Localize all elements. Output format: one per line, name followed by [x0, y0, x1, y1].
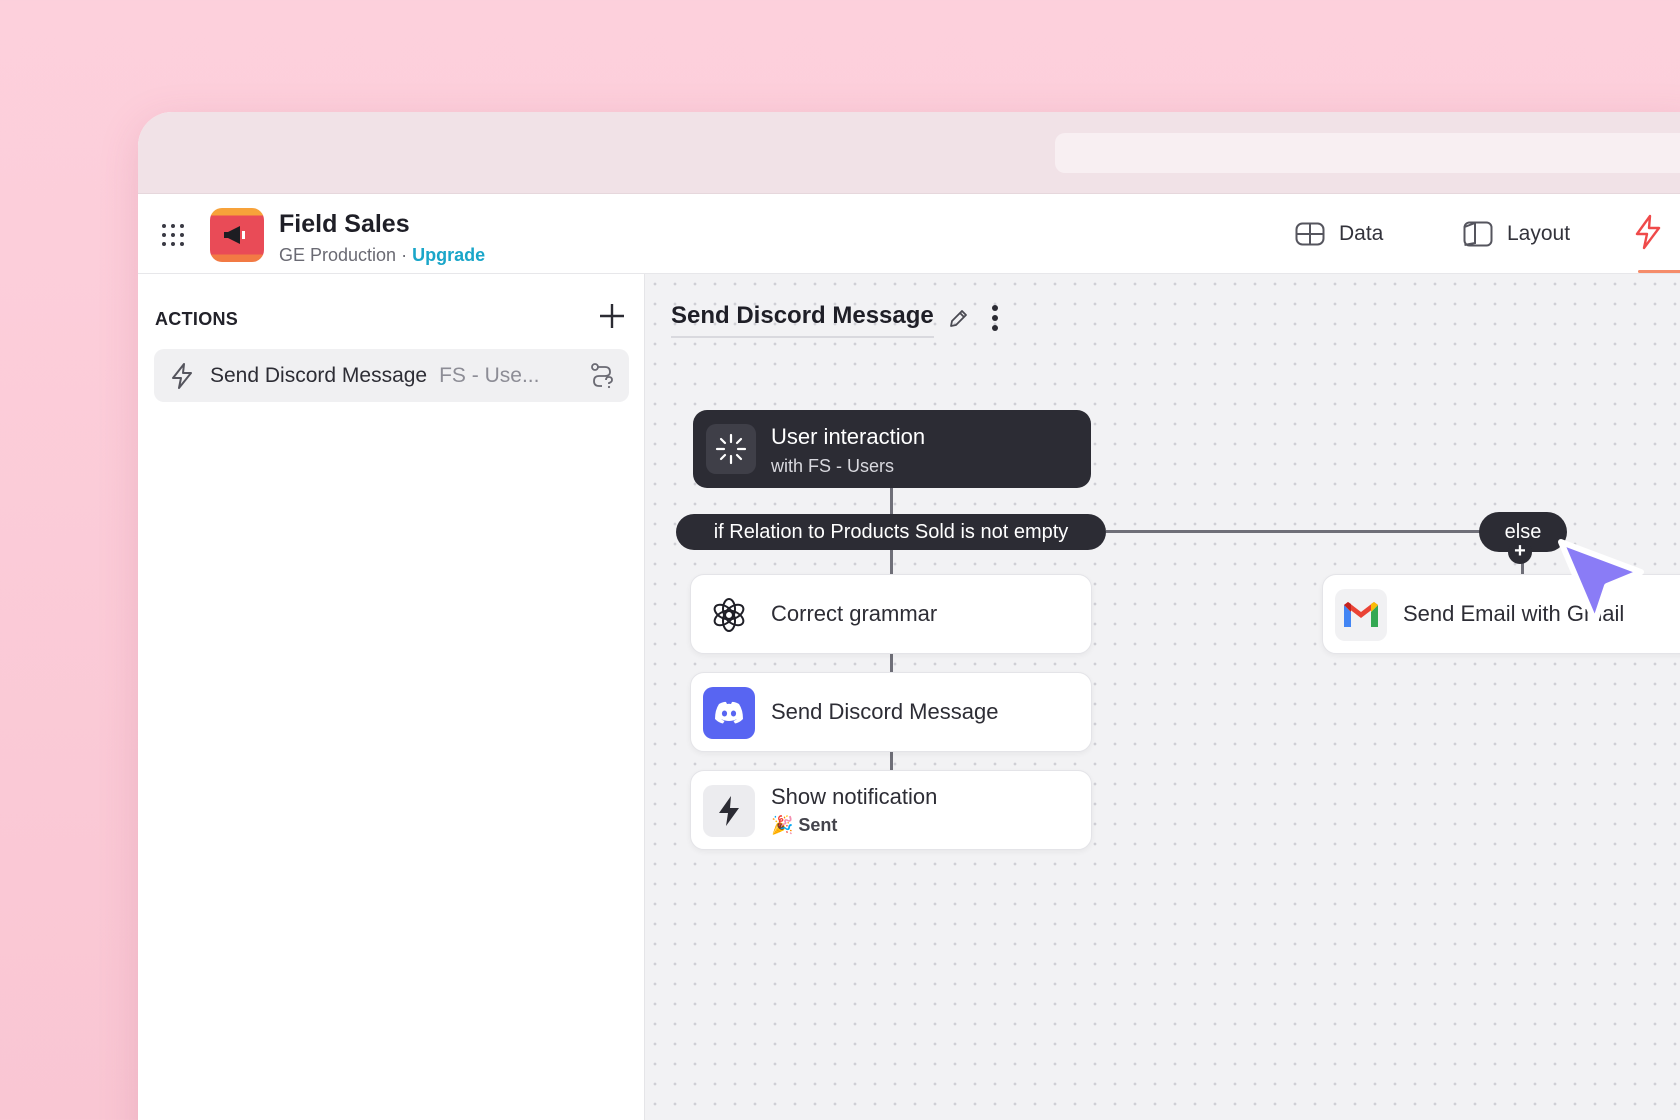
condition-pill[interactable]: if Relation to Products Sold is not empt…	[676, 514, 1106, 550]
openai-icon	[703, 589, 755, 641]
action-table: FS - Use...	[439, 363, 540, 387]
browser-chrome	[138, 112, 1680, 194]
more-vertical-icon[interactable]	[990, 303, 1000, 335]
action-name: Send Discord Message	[210, 363, 428, 387]
connector	[890, 752, 893, 770]
actions-bolt-icon[interactable]	[1633, 214, 1663, 250]
connector	[1106, 530, 1481, 533]
app-header: Field Sales GE Production · Upgrade Data…	[138, 194, 1680, 274]
step-label: Send Discord Message	[771, 699, 999, 724]
environment-label: GE Production	[279, 245, 397, 265]
step-label: Correct grammar	[771, 601, 938, 626]
app-name: Field Sales	[279, 210, 410, 238]
address-bar[interactable]	[1055, 133, 1680, 173]
discord-icon	[703, 687, 755, 739]
pencil-icon[interactable]	[947, 308, 969, 330]
loading-spinner-icon	[706, 424, 756, 474]
step-label: Show notification	[771, 784, 938, 809]
sidebar-action-send-discord[interactable]: Send Discord Message FS - Use...	[154, 349, 629, 402]
cursor-arrow-icon	[1558, 539, 1644, 625]
trigger-title: User interaction	[771, 424, 926, 449]
actions-sidebar: ACTIONS Send Discord Message FS - Use...	[138, 274, 645, 1120]
layout-icon	[1463, 221, 1493, 247]
separator: ·	[401, 245, 408, 265]
table-icon	[1295, 222, 1325, 246]
nav-layout[interactable]: Layout	[1463, 218, 1570, 250]
bolt-icon	[172, 362, 192, 389]
nav-data-label: Data	[1339, 222, 1384, 245]
sidebar-title: ACTIONS	[155, 309, 239, 329]
upgrade-link[interactable]: Upgrade	[412, 245, 485, 265]
connector	[890, 654, 893, 672]
trigger-node[interactable]: User interaction with FS - Users	[693, 410, 1091, 488]
add-step-plus-icon[interactable]: +	[1508, 540, 1532, 564]
workflow-title: Send Discord Message	[671, 302, 934, 338]
workflow-canvas[interactable]: Send Discord Message User interaction wi…	[645, 274, 1680, 1120]
nav-data[interactable]: Data	[1295, 218, 1383, 250]
step-show-notification[interactable]: Show notification 🎉 Sent	[690, 770, 1092, 850]
app-subtitle: GE Production · Upgrade	[279, 245, 485, 266]
add-action-plus-icon[interactable]	[597, 301, 627, 331]
active-tab-indicator	[1638, 270, 1680, 273]
apps-grid-icon[interactable]	[162, 224, 186, 248]
app-window: Field Sales GE Production · Upgrade Data…	[138, 112, 1680, 1120]
app-logo-megaphone-icon[interactable]	[210, 208, 264, 262]
trigger-subtitle: with FS - Users	[771, 456, 895, 476]
gmail-icon	[1335, 589, 1387, 641]
bolt-icon	[703, 785, 755, 837]
step-correct-grammar[interactable]: Correct grammar	[690, 574, 1092, 654]
route-question-icon[interactable]	[589, 362, 615, 390]
step-detail: 🎉 Sent	[771, 815, 838, 835]
step-send-discord[interactable]: Send Discord Message	[690, 672, 1092, 752]
nav-layout-label: Layout	[1507, 222, 1571, 245]
